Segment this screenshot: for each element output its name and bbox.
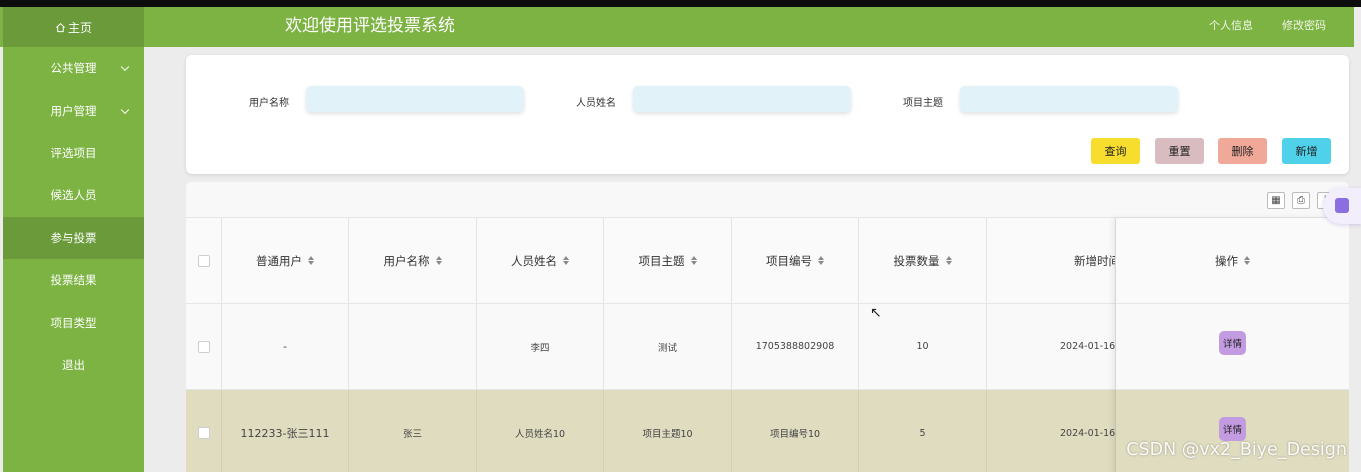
app-title: 欢迎使用评选投票系统 [285, 16, 455, 36]
column-header-label: 用户名称 [383, 253, 430, 268]
sort-icon[interactable] [690, 256, 697, 265]
sidebar-item-label: 投票结果 [50, 273, 97, 288]
column-header[interactable]: 项目编号 [732, 218, 859, 303]
table-cell: 人员姓名10 [477, 390, 604, 472]
delete-button[interactable]: 删除 [1218, 138, 1267, 164]
sort-icon[interactable] [1244, 256, 1250, 265]
sidebar-item-user-management[interactable]: 用户管理 [3, 89, 144, 131]
sidebar-item-label: 用户管理 [50, 103, 97, 118]
data-table: ▦ ⎙ ⇩ 普通用户 用户名称 人员姓名 项目主题 项目编号 投票数量 新增时间… [186, 182, 1349, 472]
column-header-label: 操作 [1215, 253, 1238, 268]
add-button[interactable]: 新增 [1282, 138, 1331, 164]
sidebar-item-label: 候选人员 [50, 188, 97, 203]
sort-icon[interactable] [818, 256, 824, 265]
operations-cell: 详情 [1116, 304, 1349, 390]
column-header[interactable]: 项目主题 [604, 218, 732, 303]
sidebar-item-results[interactable]: 投票结果 [3, 259, 144, 301]
username-input[interactable] [306, 86, 524, 112]
table-cell [349, 304, 477, 389]
chevron-down-icon [120, 62, 130, 72]
table-cell: 张三 [349, 390, 477, 472]
mouse-cursor-icon: ↖ [870, 305, 882, 321]
row-select-cell [186, 304, 222, 389]
change-password-link[interactable]: 修改密码 [1282, 7, 1326, 47]
person-name-label: 人员姓名 [576, 98, 616, 109]
home-tab[interactable]: 主页 [3, 7, 144, 47]
sort-icon[interactable] [435, 256, 442, 265]
select-all-checkbox[interactable] [197, 254, 210, 267]
sidebar-item-label: 评选项目 [50, 145, 97, 160]
home-icon [56, 22, 65, 32]
table-cell: - [222, 304, 349, 389]
table-cell: 5 [859, 390, 987, 472]
sort-icon[interactable] [563, 256, 569, 265]
column-header[interactable]: 投票数量 [859, 218, 987, 303]
sidebar-item-candidates[interactable]: 候选人员 [3, 174, 144, 216]
column-header-label: 人员姓名 [511, 253, 557, 268]
column-header-label: 项目主题 [638, 253, 685, 268]
person-name-input[interactable] [633, 86, 851, 112]
table-cell: 112233-张三111 [222, 390, 349, 472]
column-header[interactable]: 新增时间 [987, 218, 1116, 303]
home-label: 主页 [67, 20, 92, 35]
window-top-strip [0, 0, 1361, 7]
profile-link[interactable]: 个人信息 [1209, 7, 1253, 47]
table-cell: 项目编号10 [732, 390, 859, 472]
operations-column: 操作 详情 详情 [1116, 218, 1349, 472]
row-checkbox[interactable] [197, 427, 210, 439]
chevron-down-icon [120, 105, 130, 114]
table-cell: 测试 [604, 304, 732, 389]
column-header-label: 普通用户 [256, 253, 302, 268]
sidebar-item-projects[interactable]: 评选项目 [3, 132, 144, 174]
column-header-label: 项目编号 [766, 253, 812, 268]
table-cell: 1705388802908 [732, 304, 859, 389]
row-select-cell [186, 390, 222, 472]
table-cell: 2024-01-16 15 [987, 390, 1116, 472]
column-header[interactable]: 用户名称 [349, 218, 477, 303]
sidebar-item-label: 参与投票 [50, 230, 97, 245]
column-header-label: 投票数量 [893, 253, 940, 268]
sidebar-item-voting[interactable]: 参与投票 [3, 216, 144, 259]
table-toolbar: ▦ ⎙ ⇩ [186, 182, 1349, 218]
sidebar-item-label: 公共管理 [50, 61, 97, 76]
column-header[interactable]: 普通用户 [222, 218, 349, 303]
sidebar-item-project-types[interactable]: 项目类型 [3, 301, 144, 343]
query-button[interactable]: 查询 [1091, 138, 1140, 164]
print-icon[interactable]: ⎙ [1292, 192, 1310, 209]
floating-assistant-icon[interactable] [1323, 188, 1361, 224]
column-header-operations[interactable]: 操作 [1116, 218, 1349, 304]
search-panel: 用户名称 人员姓名 项目主题 查询 重置 删除 新增 [186, 55, 1349, 174]
sort-icon[interactable] [308, 256, 314, 265]
detail-button[interactable]: 详情 [1218, 417, 1246, 441]
project-topic-input[interactable] [960, 86, 1178, 112]
table-cell: 李四 [477, 304, 604, 389]
sort-icon[interactable] [945, 256, 952, 265]
sidebar-item-label: 项目类型 [50, 315, 97, 330]
project-topic-label: 项目主题 [903, 98, 943, 109]
username-label: 用户名称 [249, 98, 289, 109]
columns-icon[interactable]: ▦ [1267, 192, 1285, 209]
sidebar: 公共管理 用户管理 评选项目 候选人员 参与投票 投票结果 项目类型 退出 [3, 47, 144, 472]
top-header: 主页 欢迎使用评选投票系统 个人信息 修改密码 [0, 7, 1354, 47]
select-all-cell [186, 218, 222, 303]
sidebar-item-public-management[interactable]: 公共管理 [3, 47, 144, 89]
column-header[interactable]: 人员姓名 [477, 218, 604, 303]
row-checkbox[interactable] [197, 340, 210, 353]
reset-button[interactable]: 重置 [1155, 138, 1204, 164]
detail-button[interactable]: 详情 [1218, 330, 1246, 355]
sidebar-item-label: 退出 [62, 357, 85, 372]
watermark: CSDN @vx2_Biye_Design [1126, 440, 1347, 460]
table-cell: 2024-01-16 15 [987, 304, 1116, 389]
sidebar-item-logout[interactable]: 退出 [3, 344, 144, 386]
column-header-label: 新增时间 [1074, 253, 1116, 268]
table-cell: 项目主题10 [604, 390, 732, 472]
